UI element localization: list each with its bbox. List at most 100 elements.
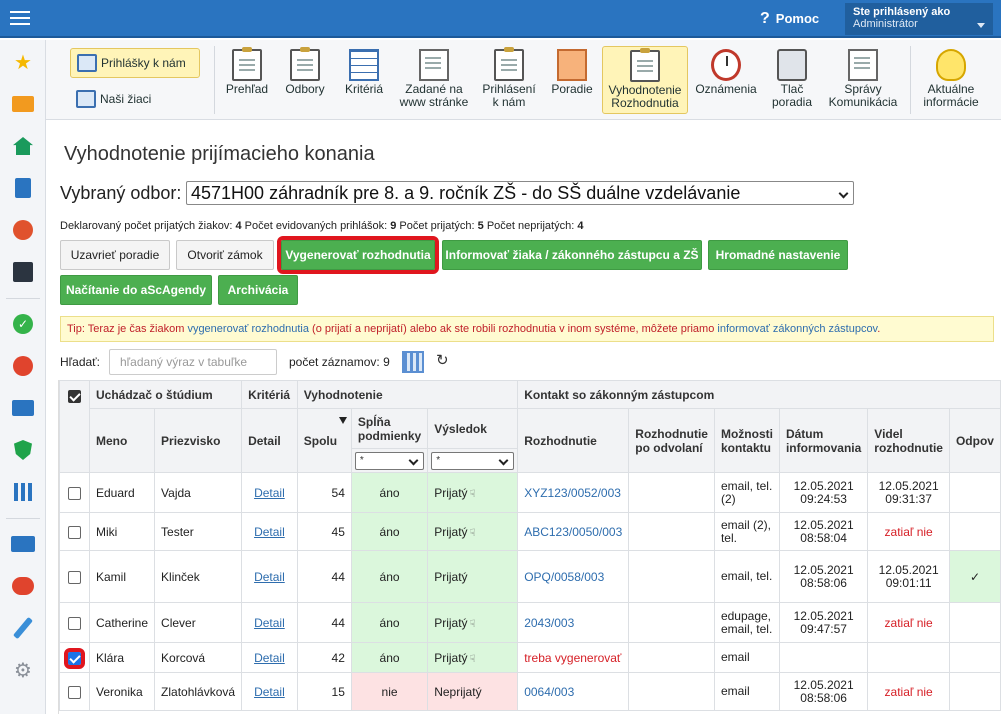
detail-link[interactable]: Detail	[254, 525, 285, 539]
detail-link[interactable]: Detail	[254, 616, 285, 630]
decision-value[interactable]: 0064/003	[524, 685, 574, 699]
chat-icon[interactable]	[11, 574, 35, 598]
col-appeal[interactable]: Rozhodnutie po odvolaní	[628, 408, 715, 473]
table-row[interactable]: Miki Tester Detail 45 áno Prijatý ☟ ABC12…	[59, 512, 1001, 551]
detail-link[interactable]: Detail	[254, 651, 285, 665]
archive-button[interactable]: Archivácia	[218, 275, 298, 305]
alert-icon[interactable]	[11, 354, 35, 378]
load-asc-button[interactable]: Načítanie do aScAgendy	[60, 275, 212, 305]
toolbar-web-entries[interactable]: Zadané na www stránke	[396, 46, 472, 114]
tab-applications[interactable]: Prihlášky k nám	[70, 48, 200, 78]
toolbar-evaluation[interactable]: Vyhodnotenie Rozhodnutia	[602, 46, 688, 114]
detail-link[interactable]: Detail	[254, 685, 285, 699]
col-seen[interactable]: Videl rozhodnutie	[867, 408, 950, 473]
decision-value[interactable]: XYZ123/0052/003	[524, 486, 621, 500]
table-row[interactable]: Catherine Clever Detail 44 áno Prijatý ☟ …	[59, 602, 1001, 643]
row-checkbox[interactable]	[68, 570, 81, 584]
detail-link[interactable]: Detail	[254, 486, 285, 500]
hamburger-menu-icon[interactable]	[8, 7, 34, 29]
table-row[interactable]: Kamil Klinček Detail 44 áno Prijatý OPQ/…	[59, 550, 1001, 603]
col-reply[interactable]: Odpov	[948, 408, 1001, 473]
detail-cell: Detail	[241, 512, 298, 551]
col-total[interactable]: Spolu	[296, 408, 352, 473]
toolbar-messages[interactable]: Správy Komunikácia	[824, 46, 902, 114]
tab-our-students[interactable]: Naši žiaci	[70, 84, 200, 114]
filter-meets-select[interactable]: *	[354, 451, 425, 470]
tip-inform-link[interactable]: informovať zákonných zástupcov	[717, 323, 877, 335]
generate-decisions-button[interactable]: Vygenerovať rozhodnutia	[277, 236, 439, 274]
toolbar-notices[interactable]: Oznámenia	[694, 46, 758, 114]
search-input[interactable]: hľadaný výraz v tabuľke	[109, 349, 277, 375]
col-total-label: Spolu	[303, 433, 338, 448]
select-all-checkbox[interactable]	[68, 390, 81, 404]
home-icon[interactable]	[11, 134, 35, 158]
records-label: počet záznamov:	[289, 355, 380, 369]
decision-cell[interactable]: XYZ123/0052/003	[517, 472, 630, 513]
tip-generate-link[interactable]: vygenerovať rozhodnutia	[187, 323, 309, 335]
book-icon[interactable]	[11, 176, 35, 200]
refresh-icon[interactable]: ↻	[436, 351, 449, 369]
decision-value[interactable]: 2043/003	[524, 616, 574, 630]
close-ranking-button[interactable]: Uzavrieť poradie	[60, 240, 170, 270]
open-lock-button[interactable]: Otvoriť zámok	[176, 240, 274, 270]
toolbar-overview[interactable]: Prehľad	[222, 46, 272, 114]
decision-cell[interactable]: 2043/003	[517, 602, 630, 643]
row-checkbox[interactable]	[68, 685, 81, 699]
toolbar-print-ranking[interactable]: Tlač poradia	[766, 46, 818, 114]
toolbar-criteria[interactable]: Kritériá	[338, 46, 390, 114]
detail-link[interactable]: Detail	[254, 570, 285, 584]
col-result[interactable]: Výsledok	[427, 408, 519, 449]
row-checkbox[interactable]	[64, 647, 85, 669]
toolbar-registered[interactable]: Prihlásení k nám	[478, 46, 540, 114]
gear-icon[interactable]: ⚙	[11, 658, 35, 682]
shield-icon[interactable]	[11, 438, 35, 462]
mail-icon[interactable]	[11, 92, 35, 116]
col-contact-options[interactable]: Možnosti kontaktu	[713, 408, 780, 473]
calendar-icon[interactable]	[11, 260, 35, 284]
briefcase-icon[interactable]	[11, 396, 35, 420]
decision-value[interactable]: ABC123/0050/003	[524, 525, 622, 539]
user-menu[interactable]: Ste prihlásený ako Administrátor	[845, 3, 993, 35]
help-link[interactable]: ? Pomoc	[760, 10, 819, 28]
tip-banner: Tip: Teraz je čas žiakom vygenerovať roz…	[60, 316, 994, 342]
thumbs-down-icon: ☟	[469, 618, 476, 630]
star-icon[interactable]: ★	[11, 50, 35, 74]
open-book-icon[interactable]	[11, 532, 35, 556]
col-first-name[interactable]: Meno	[88, 408, 156, 473]
col-decision[interactable]: Rozhodnutie	[517, 408, 630, 473]
meets-cell: áno	[350, 602, 429, 643]
decision-cell[interactable]: ABC123/0050/003	[517, 512, 630, 551]
col-last-name[interactable]: Priezvisko	[154, 408, 243, 473]
person-icon[interactable]	[11, 218, 35, 242]
inform-guardian-button[interactable]: Informovať žiaka / zákonného zástupcu a …	[442, 240, 702, 270]
applicants-table: Uchádzač o štúdium Kritériá Vyhodnotenie…	[58, 380, 1001, 714]
row-checkbox[interactable]	[68, 486, 81, 500]
toolbar-current-info[interactable]: Aktuálne informácie	[916, 46, 986, 114]
decision-cell[interactable]: 0064/003	[517, 672, 630, 711]
odbor-select[interactable]: 4571H00 záhradník pre 8. a 9. ročník ZŠ …	[186, 181, 854, 205]
decision-cell[interactable]: OPQ/0058/003	[517, 550, 630, 603]
decision-value[interactable]: treba vygenerovať	[524, 651, 621, 665]
col-informed[interactable]: Dátum informovania	[778, 408, 869, 473]
filter-result-select[interactable]: *	[431, 451, 515, 470]
decision-value[interactable]: OPQ/0058/003	[524, 570, 604, 584]
table-row[interactable]: Veronika Zlatohlávková Detail 15 nie Nep…	[59, 672, 1001, 711]
table-row[interactable]: Klára Korcová Detail 42 áno Prijatý ☟ tre…	[59, 642, 1001, 673]
row-checkbox[interactable]	[68, 525, 81, 539]
appeal-cell	[628, 550, 715, 603]
toolbar-ranking[interactable]: Poradie	[546, 46, 598, 114]
table-icon	[349, 49, 379, 81]
toolbar-registered-label: Prihlásení k nám	[482, 82, 536, 109]
col-meets[interactable]: Spĺňa podmienky	[350, 408, 429, 449]
check-circle-icon[interactable]: ✓	[11, 312, 35, 336]
decision-cell[interactable]: treba vygenerovať	[517, 642, 630, 673]
col-detail: Detail	[241, 408, 298, 473]
pen-icon[interactable]	[11, 616, 35, 640]
tip-text: .	[877, 323, 881, 335]
chart-icon[interactable]	[11, 480, 35, 504]
bulk-settings-button[interactable]: Hromadné nastavenie	[708, 240, 848, 270]
toolbar-programs[interactable]: Odbory	[280, 46, 330, 114]
row-checkbox[interactable]	[68, 616, 81, 630]
table-row[interactable]: Eduard Vajda Detail 54 áno Prijatý ☟ XYZ1…	[59, 472, 1001, 513]
columns-icon[interactable]	[402, 351, 424, 373]
